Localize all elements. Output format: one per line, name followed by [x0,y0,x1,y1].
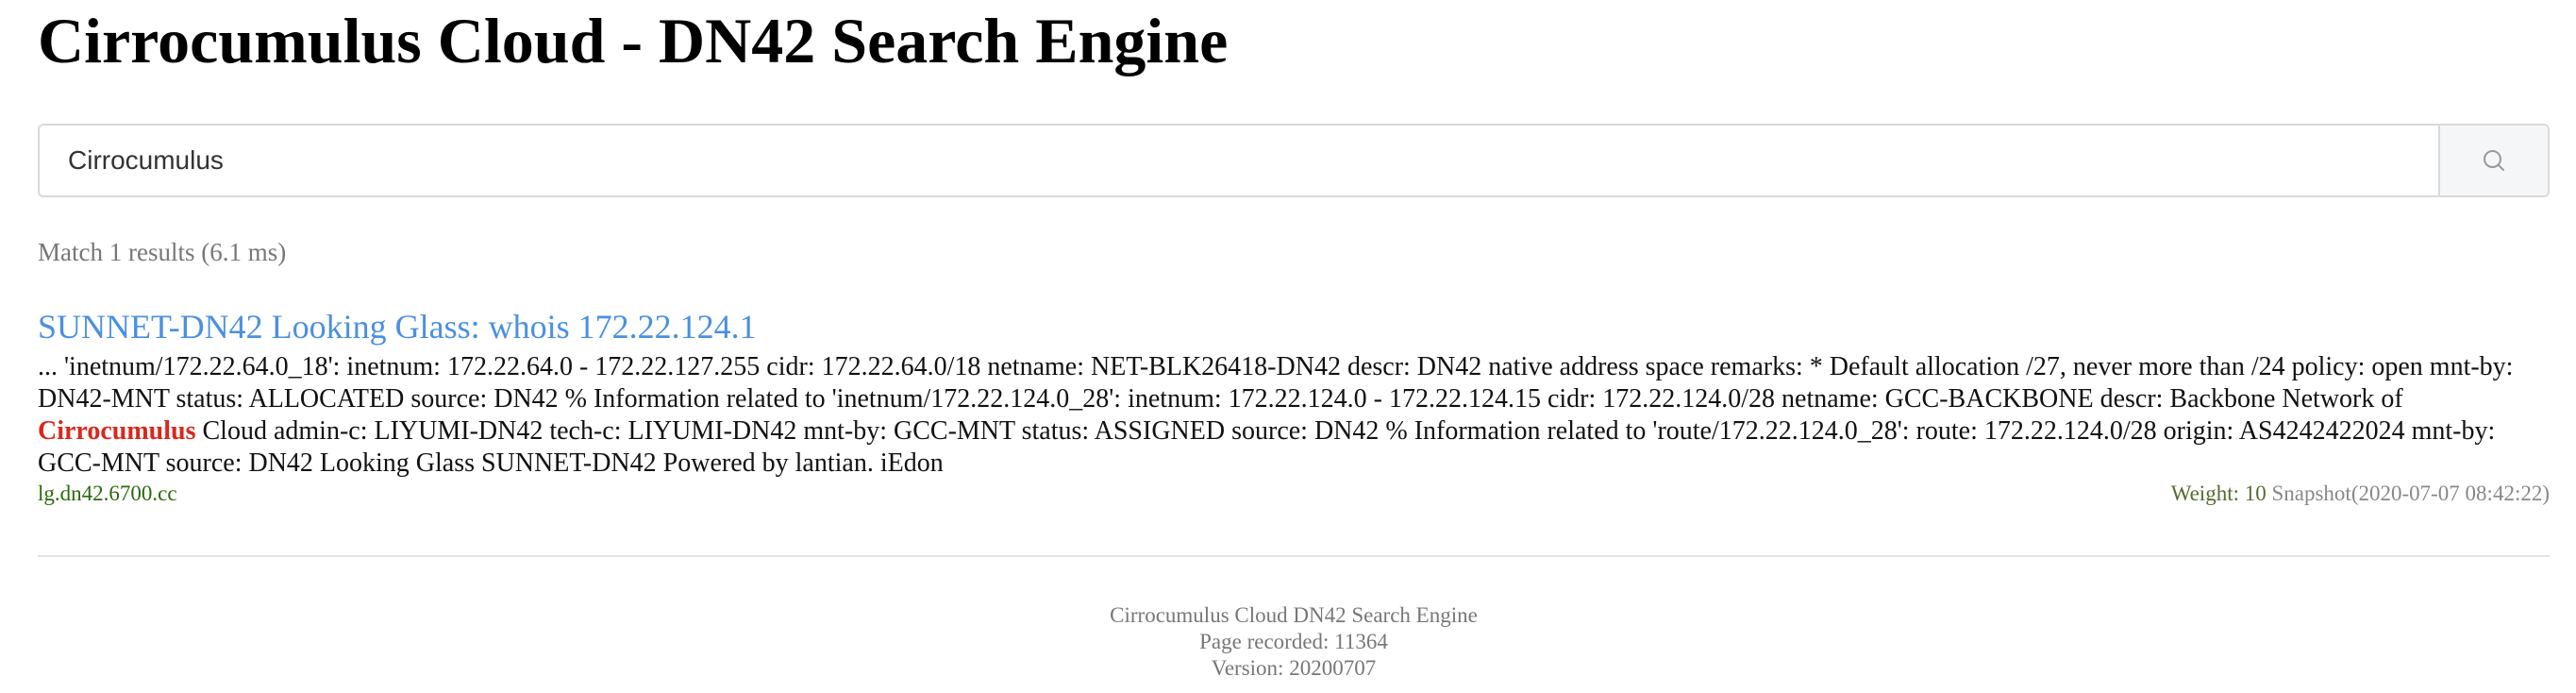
result-item: SUNNET-DN42 Looking Glass: whois 172.22.… [38,304,2550,510]
snippet-text: ... 'inetnum/172.22.64.0_18': inetnum: 1… [38,352,2514,414]
search-input[interactable] [40,126,2438,195]
search-bar [38,124,2550,197]
result-snippet: ... 'inetnum/172.22.64.0_18': inetnum: 1… [38,351,2550,480]
snippet-text: Cloud admin-c: LIYUMI-DN42 tech-c: LIYUM… [38,416,2496,478]
result-host: lg.dn42.6700.cc [38,482,177,505]
result-stats: Weight: 10 Snapshot(2020-07-07 08:42:22) [2171,482,2550,506]
page-footer: Cirrocumulus Cloud DN42 Search Engine Pa… [38,602,2550,682]
result-title-link[interactable]: SUNNET-DN42 Looking Glass: whois 172.22.… [38,304,2550,349]
divider [38,555,2550,557]
result-footer: lg.dn42.6700.cc Weight: 10 Snapshot(2020… [38,482,2550,510]
result-weight: Weight: 10 [2170,482,2267,505]
footer-page-recorded: Page recorded: 11364 [1199,630,1388,653]
search-icon [2484,150,2504,171]
page-title: Cirrocumulus Cloud - DN42 Search Engine [38,5,1229,76]
snapshot-link[interactable]: Snapshot(2020-07-07 08:42:22) [2271,482,2550,505]
footer-version: Version: 20200707 [1211,656,1377,680]
snippet-highlight: Cirrocumulus [38,416,196,446]
search-button[interactable] [2438,126,2548,195]
footer-site-name: Cirrocumulus Cloud DN42 Search Engine [1110,603,1478,627]
results-count: Match 1 results (6.1 ms) [38,238,287,266]
